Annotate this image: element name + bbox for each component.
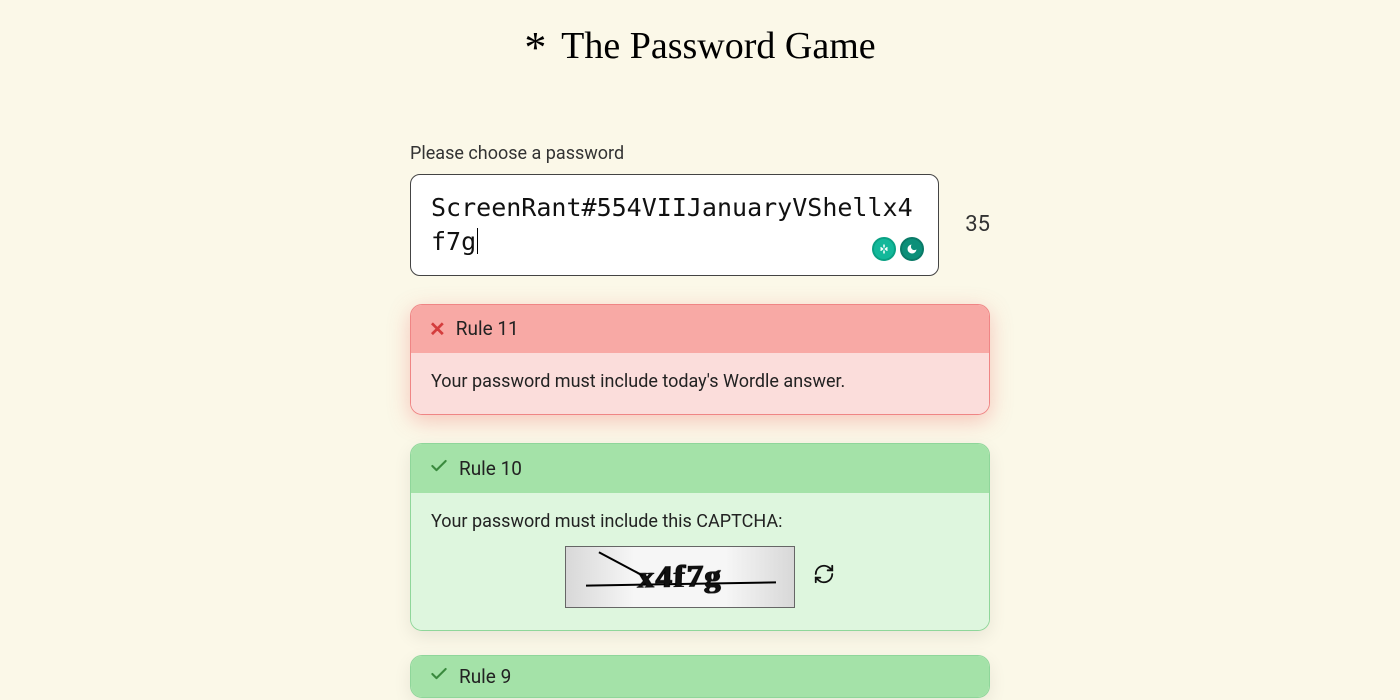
title-star-icon: * [524,23,546,72]
password-input[interactable]: ScreenRant#554VIIJanuaryVShellx4f7g [410,174,939,276]
main-content: Please choose a password ScreenRant#554V… [410,143,990,698]
captcha-text: x4f7g [637,557,723,595]
password-prompt-label: Please choose a password [410,143,990,164]
captcha-row: x4f7g [431,546,969,608]
rule-card-10: Rule 10 Your password must include this … [410,443,990,631]
rule-11-header: ✕ Rule 11 [411,305,989,353]
input-badges [872,237,924,261]
pass-check-icon [429,664,449,689]
rule-9-label: Rule 9 [459,665,511,688]
char-count: 35 [965,212,990,237]
rule-card-9: Rule 9 [410,655,990,698]
password-row: ScreenRant#554VIIJanuaryVShellx4f7g 35 [410,174,990,276]
rule-9-header: Rule 9 [411,656,989,697]
rule-10-text: Your password must include this CAPTCHA: [431,511,969,532]
rule-11-label: Rule 11 [456,317,519,340]
captcha-refresh-button[interactable] [813,563,835,590]
grammarly-icon[interactable] [872,237,896,261]
rule-10-label: Rule 10 [459,457,522,480]
dark-mode-icon[interactable] [900,237,924,261]
text-cursor [477,228,478,254]
captcha-image: x4f7g [565,546,795,608]
rule-11-body: Your password must include today's Wordl… [411,353,989,414]
password-value: ScreenRant#554VIIJanuaryVShellx4f7g [431,193,913,256]
title-text: The Password Game [552,25,875,67]
rule-10-body: Your password must include this CAPTCHA:… [411,493,989,630]
page-title: * The Password Game [0,0,1400,83]
pass-check-icon [429,456,449,481]
rule-card-11: ✕ Rule 11 Your password must include tod… [410,304,990,415]
fail-x-icon: ✕ [429,317,446,341]
rule-10-header: Rule 10 [411,444,989,493]
